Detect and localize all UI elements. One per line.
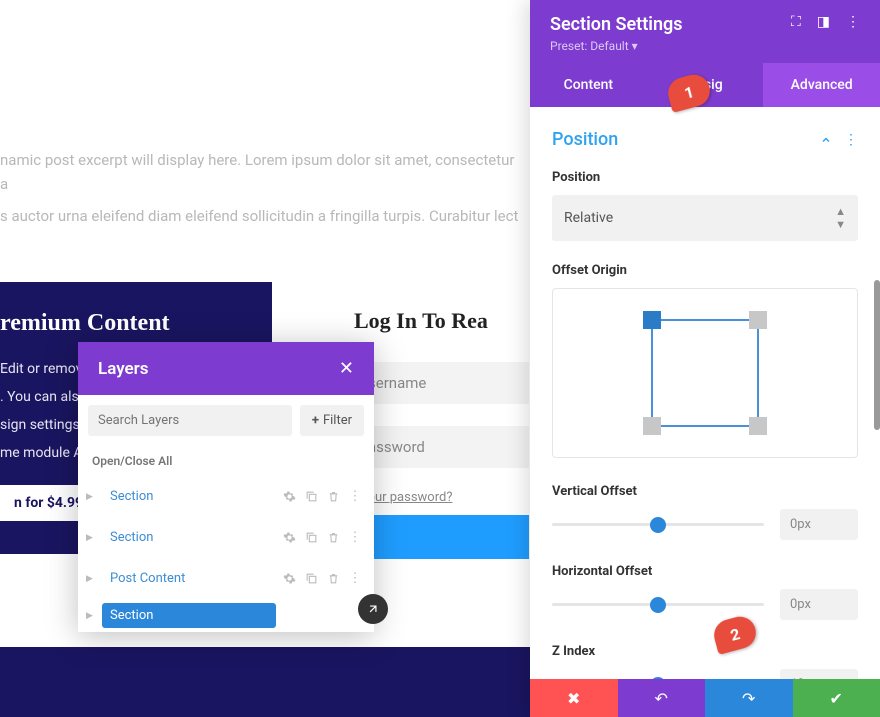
vertical-offset-input[interactable]	[780, 509, 858, 540]
offset-origin-label: Offset Origin	[552, 263, 858, 278]
origin-bottom-right[interactable]	[749, 417, 767, 435]
scrollbar[interactable]	[874, 280, 880, 430]
layers-title: Layers	[98, 359, 149, 379]
more-icon[interactable]: ⋮	[846, 14, 860, 30]
gear-icon[interactable]	[282, 572, 296, 586]
layers-search-input[interactable]	[88, 405, 292, 436]
gear-icon[interactable]	[282, 531, 296, 545]
slider-thumb[interactable]	[650, 677, 666, 680]
duplicate-icon[interactable]	[304, 572, 318, 586]
page-footer	[0, 647, 530, 717]
layer-row[interactable]: ▶ Section ⋮	[78, 476, 374, 517]
password-input[interactable]: assword	[354, 426, 529, 468]
caret-icon[interactable]: ▶	[86, 533, 98, 543]
settings-footer: ✖ ↶ ↷ ✔	[530, 679, 880, 717]
undo-button[interactable]: ↶	[618, 679, 706, 717]
gear-icon[interactable]	[282, 490, 296, 504]
redo-button[interactable]: ↷	[705, 679, 793, 717]
dock-icon[interactable]: ◨	[817, 14, 830, 30]
position-label: Position	[552, 170, 858, 185]
origin-bottom-left[interactable]	[643, 417, 661, 435]
forgot-password-link[interactable]: t your password?	[354, 490, 534, 505]
settings-header: Section Settings Preset: Default ▾ ⛶ ◨ ⋮	[530, 0, 880, 63]
premium-title: remium Content	[0, 310, 254, 337]
layers-filter-button[interactable]: +Filter	[300, 405, 364, 436]
caret-icon[interactable]: ▶	[86, 574, 98, 584]
caret-icon[interactable]: ▶	[86, 611, 98, 621]
horizontal-offset-input[interactable]	[780, 589, 858, 620]
horizontal-offset-slider[interactable]	[552, 603, 764, 606]
settings-panel: Section Settings Preset: Default ▾ ⛶ ◨ ⋮…	[530, 0, 880, 717]
slider-thumb[interactable]	[650, 517, 666, 533]
layer-row-active[interactable]: ▶ Section ⋮	[78, 599, 374, 632]
more-icon[interactable]: ⋮	[348, 531, 362, 545]
login-submit-button[interactable]	[354, 515, 529, 559]
section-position-title[interactable]: Position	[552, 129, 618, 150]
login-form: Log In To Rea sername assword t your pas…	[354, 308, 534, 559]
settings-preset[interactable]: Preset: Default ▾	[550, 39, 683, 53]
save-button[interactable]: ✔	[793, 679, 880, 717]
more-icon[interactable]: ⋮	[844, 132, 858, 148]
tab-advanced[interactable]: Advanced	[763, 63, 880, 107]
cancel-button[interactable]: ✖	[530, 679, 618, 717]
trash-icon[interactable]	[326, 531, 340, 545]
layers-header: Layers ✕	[78, 342, 374, 395]
origin-top-right[interactable]	[749, 311, 767, 329]
layers-search-row: +Filter	[78, 395, 374, 446]
layer-label[interactable]: Section	[102, 484, 282, 509]
more-icon[interactable]: ⋮	[348, 490, 362, 504]
tab-content[interactable]: Content	[530, 63, 647, 107]
trash-icon[interactable]	[326, 490, 340, 504]
page-excerpt: namic post excerpt will display here. Lo…	[0, 148, 530, 236]
layer-label[interactable]: Section	[102, 525, 282, 550]
origin-top-left[interactable]	[643, 311, 661, 329]
layer-row[interactable]: ▶ Section ⋮	[78, 517, 374, 558]
close-icon[interactable]: ✕	[339, 358, 354, 379]
layer-label[interactable]: Post Content	[102, 566, 282, 591]
slider-thumb[interactable]	[650, 597, 666, 613]
trash-icon[interactable]	[326, 609, 340, 623]
layer-label[interactable]: Section	[102, 603, 276, 628]
resize-handle-icon[interactable]	[358, 594, 388, 624]
offset-origin-picker[interactable]	[552, 288, 858, 458]
horizontal-offset-label: Horizontal Offset	[552, 564, 858, 579]
layers-openclose-toggle[interactable]: Open/Close All	[78, 446, 374, 476]
login-title: Log In To Rea	[354, 308, 534, 334]
excerpt-line: s auctor urna eleifend diam eleifend sol…	[0, 204, 520, 228]
position-select[interactable]: Relative ▲▼	[552, 195, 858, 241]
caret-icon[interactable]: ▶	[86, 492, 98, 502]
layer-row[interactable]: ▶ Post Content ⋮	[78, 558, 374, 599]
more-icon[interactable]: ⋮	[348, 572, 362, 586]
zindex-label: Z Index	[552, 644, 858, 659]
gear-icon[interactable]	[282, 609, 296, 623]
duplicate-icon[interactable]	[304, 531, 318, 545]
duplicate-icon[interactable]	[304, 490, 318, 504]
layers-panel: Layers ✕ +Filter Open/Close All ▶ Sectio…	[78, 342, 374, 632]
duplicate-icon[interactable]	[304, 609, 318, 623]
vertical-offset-slider[interactable]	[552, 523, 764, 526]
settings-title: Section Settings	[550, 14, 683, 35]
chevron-up-icon[interactable]	[820, 134, 832, 146]
trash-icon[interactable]	[326, 572, 340, 586]
zindex-input[interactable]	[780, 669, 858, 679]
settings-body: Position ⋮ Position Relative ▲▼ Offset O…	[530, 107, 880, 679]
expand-icon[interactable]: ⛶	[791, 14, 801, 30]
excerpt-line: namic post excerpt will display here. Lo…	[0, 148, 520, 196]
position-value: Relative	[564, 210, 613, 226]
select-caret-icon: ▲▼	[835, 205, 846, 231]
vertical-offset-label: Vertical Offset	[552, 484, 858, 499]
username-input[interactable]: sername	[354, 362, 529, 404]
